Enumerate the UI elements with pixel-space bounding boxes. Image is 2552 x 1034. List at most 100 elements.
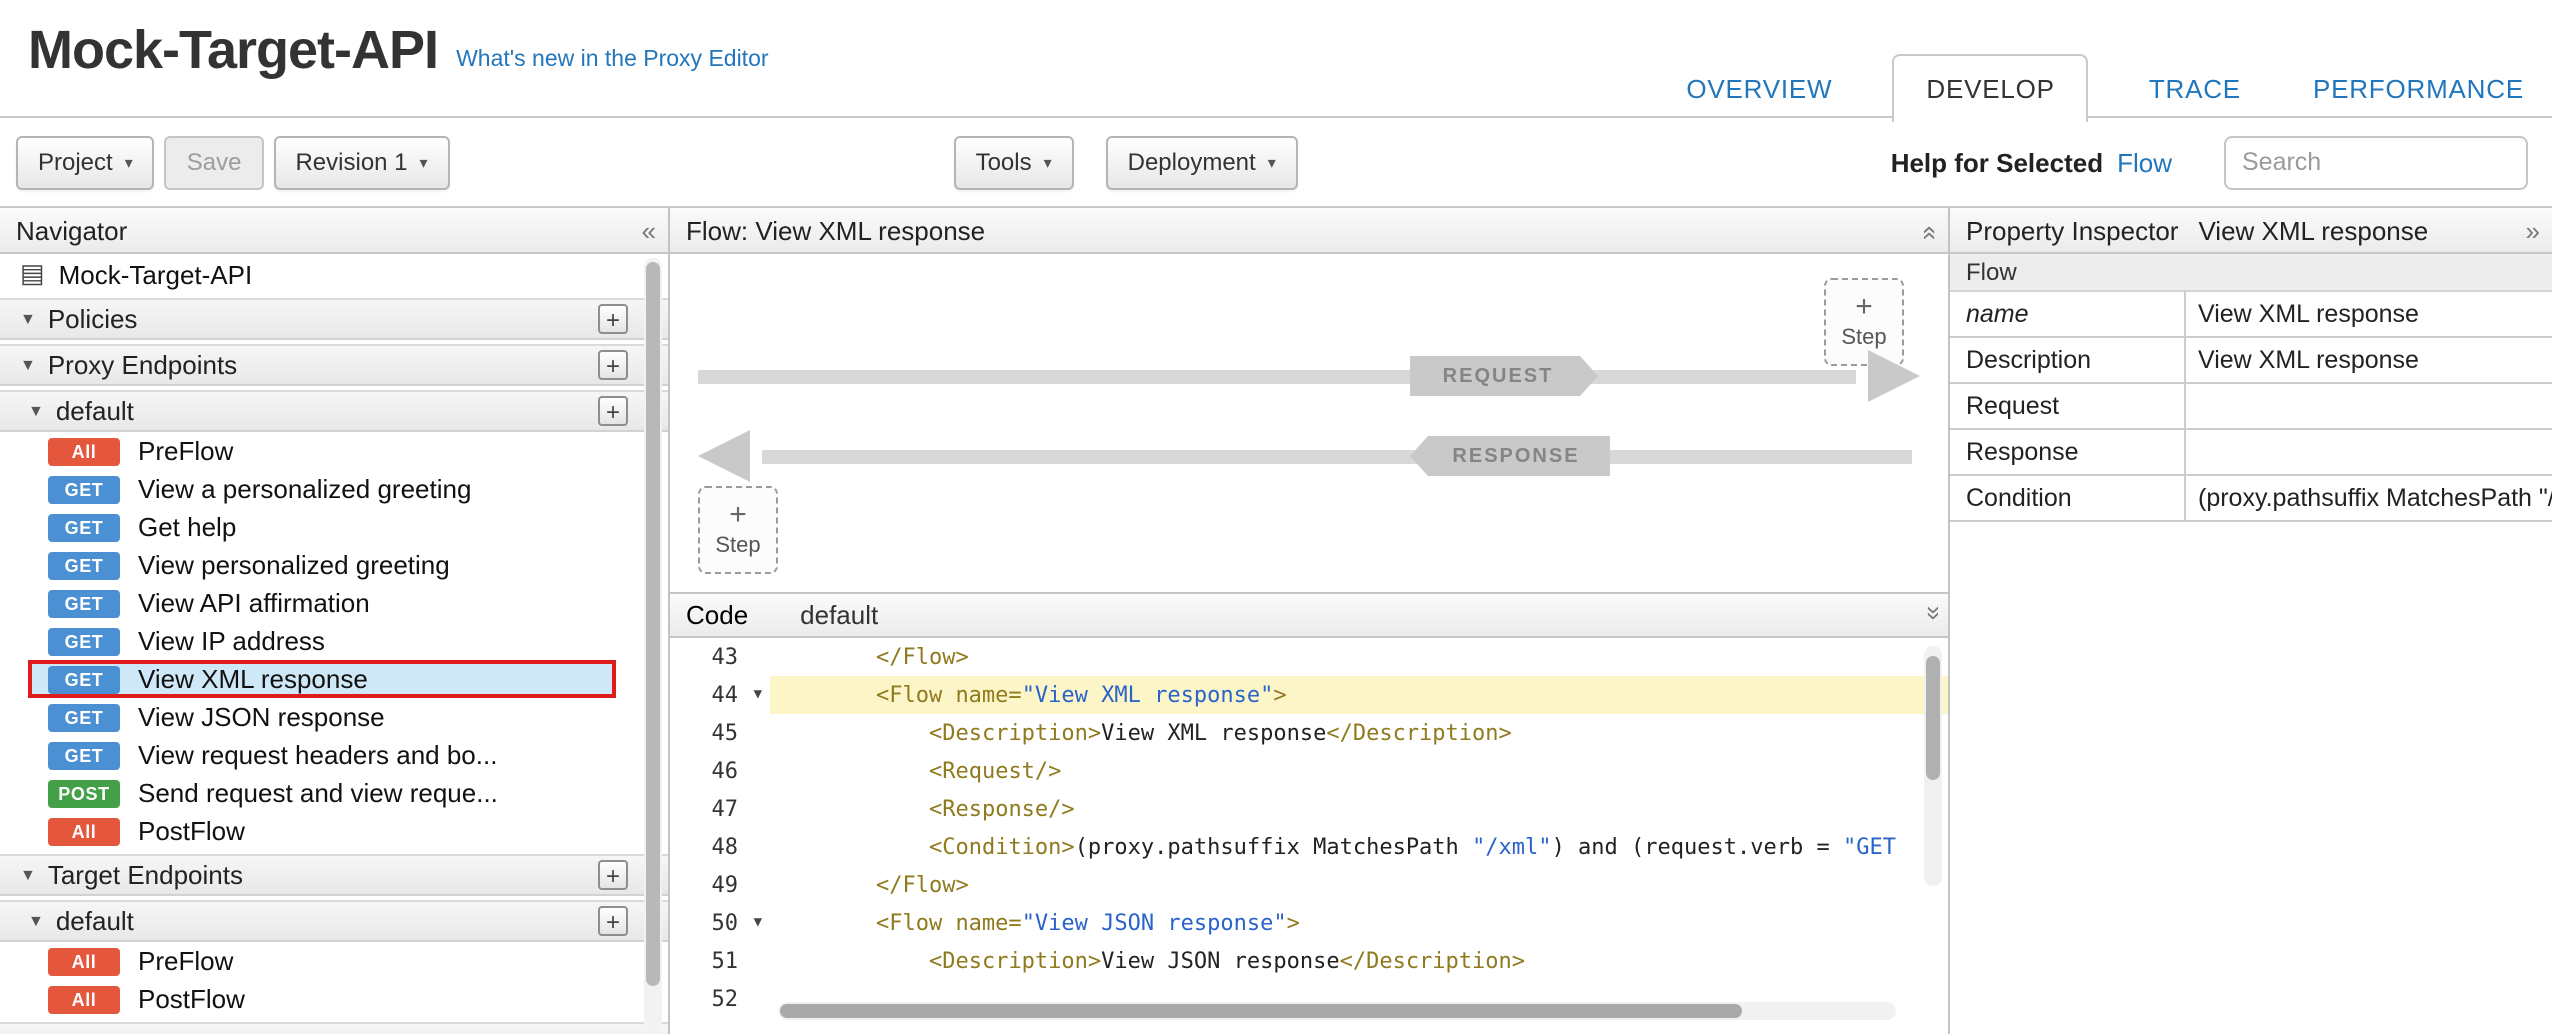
target-flow-item-postflow[interactable]: All PostFlow <box>0 980 668 1018</box>
navigator-scrollbar[interactable] <box>644 258 662 1030</box>
add-target-flow-button[interactable]: + <box>598 906 628 936</box>
code-line[interactable]: 44▼ <Flow name="View XML response"> <box>670 676 1948 714</box>
property-value[interactable] <box>2186 384 2552 428</box>
code-horizontal-scrollbar[interactable] <box>778 1002 1896 1020</box>
flow-item[interactable]: GET Get help <box>0 508 668 546</box>
code-tab[interactable]: Code <box>686 600 748 630</box>
property-row-name: name View XML response <box>1950 292 2552 338</box>
flow-item-selected[interactable]: GET View XML response <box>28 660 616 698</box>
code-line[interactable]: 47 <Response/> <box>670 790 1948 828</box>
tab-performance[interactable]: PERFORMANCE <box>2301 56 2536 120</box>
flow-item[interactable]: GET View request headers and bo... <box>0 736 668 774</box>
collapse-left-icon[interactable]: « <box>642 217 656 243</box>
triangle-down-icon: ▼ <box>20 866 36 884</box>
tab-develop[interactable]: DEVELOP <box>1892 54 2088 122</box>
tab-overview[interactable]: OVERVIEW <box>1674 56 1844 120</box>
arrow-right-icon <box>1868 350 1920 402</box>
proxy-root-item[interactable]: ▤ Mock-Target-API <box>0 254 668 294</box>
collapse-up-icon[interactable]: « <box>1926 217 1936 243</box>
code-line[interactable]: 43 </Flow> <box>670 638 1948 676</box>
content: Navigator « ▤ Mock-Target-API ▼ Policies… <box>0 208 2552 1034</box>
response-bar <box>762 450 1912 464</box>
line-number: 50▼ <box>670 904 770 942</box>
deployment-dropdown[interactable]: Deployment ▾ <box>1106 135 1298 189</box>
code-line[interactable]: 46 <Request/> <box>670 752 1948 790</box>
add-flow-button[interactable]: + <box>598 396 628 426</box>
code-line[interactable]: 50▼ <Flow name="View JSON response"> <box>670 904 1948 942</box>
scrollbar-thumb[interactable] <box>1926 656 1940 780</box>
flow-item[interactable]: GET View personalized greeting <box>0 546 668 584</box>
add-target-endpoint-button[interactable]: + <box>598 860 628 890</box>
section-target-default[interactable]: ▼ default + <box>0 900 668 942</box>
help-for-selected: Help for Selected Flow <box>1891 147 2172 177</box>
title-wrap: Mock-Target-API What's new in the Proxy … <box>28 20 769 80</box>
response-label: RESPONSE <box>1410 436 1610 476</box>
tab-trace[interactable]: TRACE <box>2137 56 2253 120</box>
section-policies[interactable]: ▼ Policies + <box>0 298 668 340</box>
save-button[interactable]: Save <box>165 135 264 189</box>
method-badge: All <box>48 817 120 845</box>
flow-item[interactable]: GET View API affirmation <box>0 584 668 622</box>
plus-icon: + <box>729 502 747 530</box>
search-input[interactable] <box>2224 135 2528 189</box>
method-badge: All <box>48 947 120 975</box>
flow-item[interactable]: POST Send request and view reque... <box>0 774 668 812</box>
code-header: Code default « <box>670 592 1948 638</box>
code-line[interactable]: 51 <Description>View JSON response</Desc… <box>670 942 1948 980</box>
caret-down-icon: ▾ <box>1044 153 1052 171</box>
section-proxy-endpoints[interactable]: ▼ Proxy Endpoints + <box>0 344 668 386</box>
method-badge: GET <box>48 475 120 503</box>
triangle-down-icon: ▼ <box>20 310 36 328</box>
expand-right-icon[interactable]: » <box>2526 217 2540 243</box>
help-label: Help for Selected <box>1891 147 2103 177</box>
project-dropdown[interactable]: Project ▾ <box>16 135 155 189</box>
inspector-header: Property Inspector View XML response » <box>1950 208 2552 254</box>
revision-dropdown[interactable]: Revision 1 ▾ <box>273 135 449 189</box>
property-value[interactable]: (proxy.pathsuffix MatchesPath "/x <box>2186 476 2552 520</box>
method-badge: GET <box>48 589 120 617</box>
flow-item[interactable]: GET View a personalized greeting <box>0 470 668 508</box>
property-value[interactable] <box>2186 430 2552 474</box>
help-flow-link[interactable]: Flow <box>2117 147 2172 177</box>
inspector-subtitle: View XML response <box>2198 215 2428 245</box>
whats-new-link[interactable]: What's new in the Proxy Editor <box>456 48 768 72</box>
property-row-response: Response <box>1950 430 2552 476</box>
scrollbar-thumb[interactable] <box>646 262 660 986</box>
flow-item-postflow[interactable]: All PostFlow <box>0 812 668 850</box>
add-proxy-endpoint-button[interactable]: + <box>598 350 628 380</box>
property-value[interactable]: View XML response <box>2186 338 2552 382</box>
line-number: 47 <box>670 790 770 828</box>
flow-item[interactable]: GET View JSON response <box>0 698 668 736</box>
flow-item[interactable]: GET View IP address <box>0 622 668 660</box>
tools-dropdown[interactable]: Tools ▾ <box>954 135 1074 189</box>
request-label: REQUEST <box>1410 356 1598 396</box>
collapse-down-icon[interactable]: « <box>1926 602 1936 628</box>
target-flow-item-preflow[interactable]: All PreFlow <box>0 942 668 980</box>
flow-item-preflow[interactable]: All PreFlow <box>0 432 668 470</box>
collapse-arrow-icon[interactable]: ▼ <box>754 676 762 714</box>
triangle-down-icon: ▼ <box>20 356 36 374</box>
request-flow-lane: REQUEST <box>698 350 1920 406</box>
code-line[interactable]: 45 <Description>View XML response</Descr… <box>670 714 1948 752</box>
code-line[interactable]: 48 <Condition>(proxy.pathsuffix MatchesP… <box>670 828 1948 866</box>
line-number: 49 <box>670 866 770 904</box>
add-policy-button[interactable]: + <box>598 304 628 334</box>
section-target-endpoints[interactable]: ▼ Target Endpoints + <box>0 854 668 896</box>
collapse-arrow-icon[interactable]: ▼ <box>754 904 762 942</box>
arrow-left-icon <box>698 430 750 482</box>
code-editor[interactable]: 43 </Flow> 44▼ <Flow name="View XML resp… <box>670 638 1948 1034</box>
code-endpoint-label: default <box>800 600 878 630</box>
response-flow-lane: RESPONSE <box>698 430 1920 486</box>
property-row-request: Request <box>1950 384 2552 430</box>
flow-title: Flow: View XML response <box>686 215 985 245</box>
request-bar <box>698 370 1856 384</box>
code-vertical-scrollbar[interactable] <box>1924 646 1942 886</box>
add-step-button-response[interactable]: + Step <box>698 486 778 574</box>
scrollbar-thumb[interactable] <box>780 1004 1741 1018</box>
method-badge: GET <box>48 513 120 541</box>
section-proxy-default[interactable]: ▼ default + <box>0 390 668 432</box>
navigator-panel: Navigator « ▤ Mock-Target-API ▼ Policies… <box>0 208 670 1034</box>
section-clipped[interactable]: ▼ Resources <box>0 1022 668 1034</box>
property-value[interactable]: View XML response <box>2186 292 2552 336</box>
code-line[interactable]: 49 </Flow> <box>670 866 1948 904</box>
